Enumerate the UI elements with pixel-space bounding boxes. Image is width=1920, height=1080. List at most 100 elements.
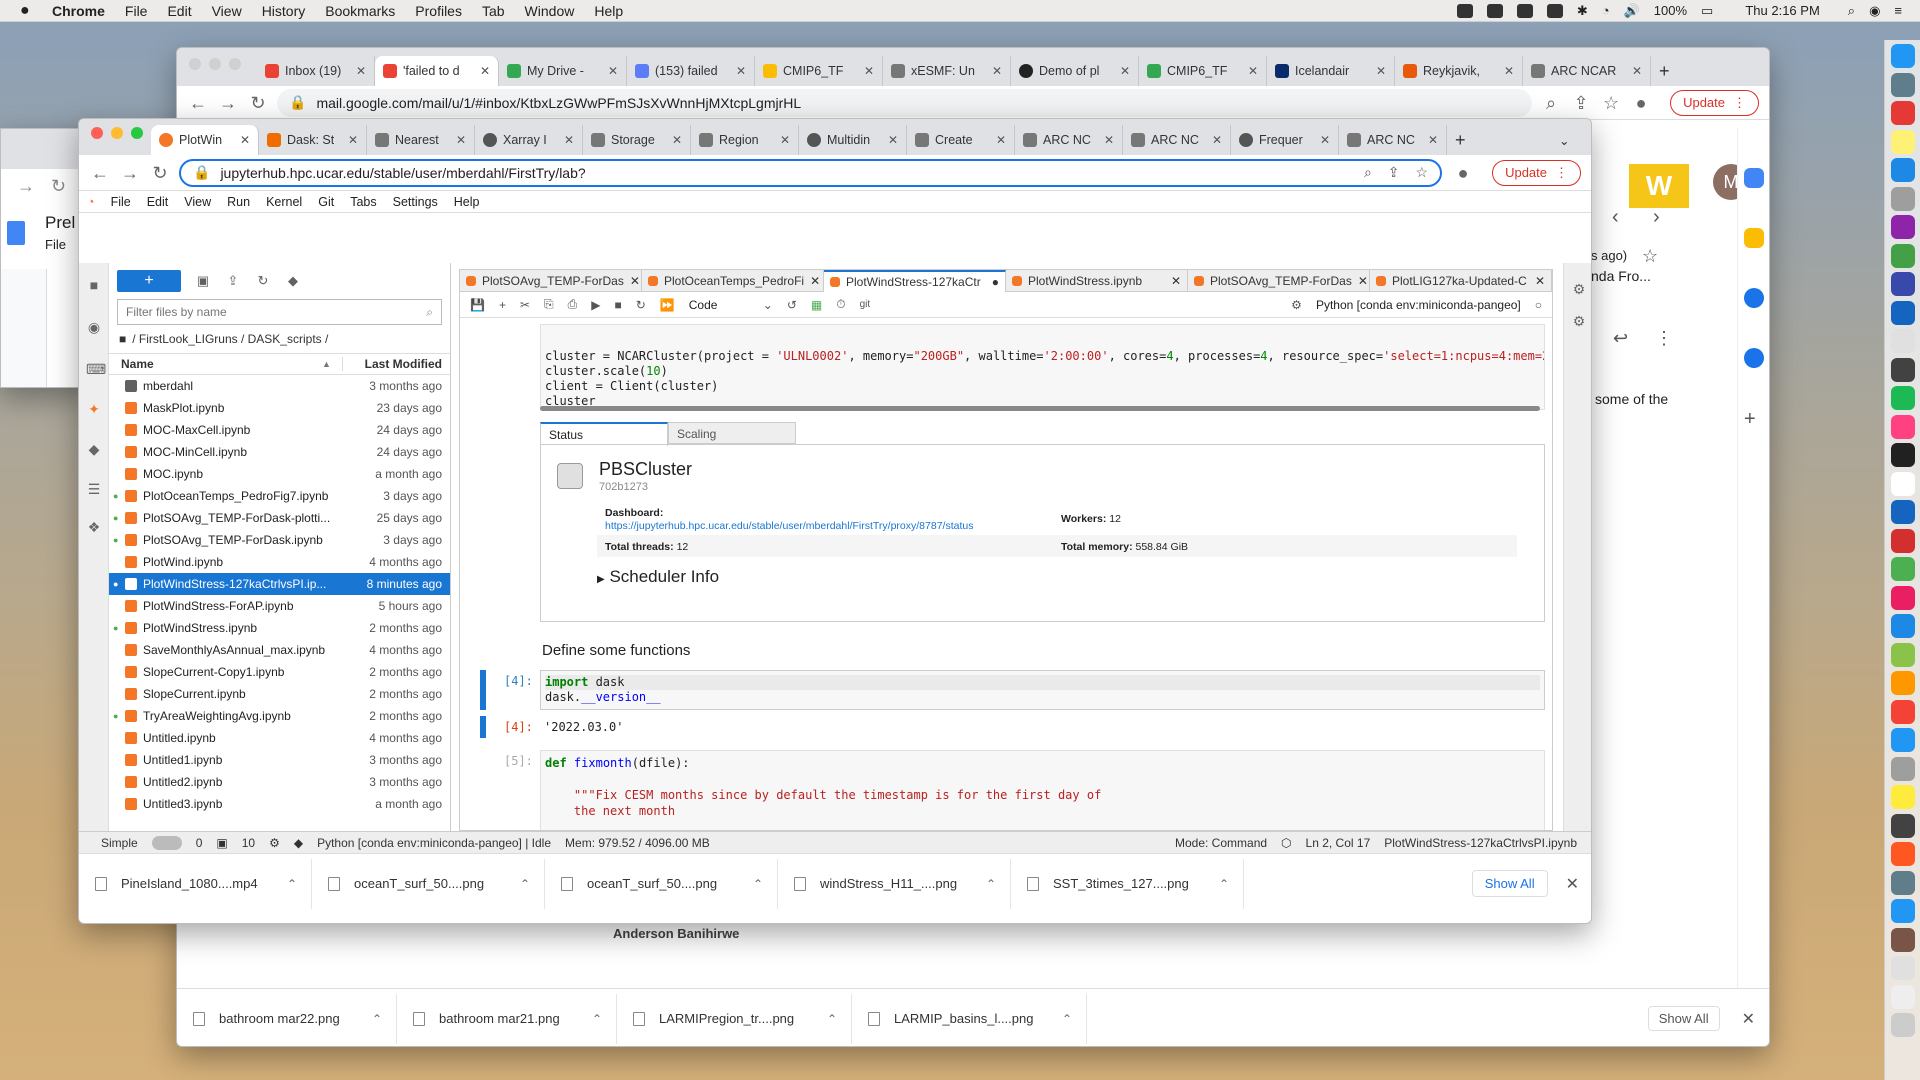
tab-storage[interactable]: Storage ✕ (583, 125, 691, 155)
tab-drive[interactable]: My Drive - ✕ (499, 56, 627, 86)
shield-icon[interactable]: ⬡ (1281, 836, 1291, 850)
download-item[interactable]: SST_3times_127....png ⌃ (1011, 858, 1244, 909)
tab-xarray[interactable]: Xarray I ✕ (475, 125, 583, 155)
unsaved-dot-icon[interactable]: ● (986, 275, 999, 289)
tab-multidim[interactable]: Multidin ✕ (799, 125, 907, 155)
git-icon[interactable]: ◆ (86, 441, 102, 457)
reload-icon[interactable]: ↻ (247, 92, 269, 114)
toc-icon[interactable]: ☰ (86, 481, 102, 497)
tab-dask[interactable]: Dask: St ✕ (259, 125, 367, 155)
markdown-heading[interactable]: Define some functions (542, 642, 690, 659)
file-row[interactable]: mberdahl 3 months ago (109, 375, 450, 397)
nb-tab[interactable]: PlotSOAvg_TEMP-ForDas ✕ (1188, 270, 1370, 292)
dock-app-icon[interactable] (1891, 500, 1915, 524)
clock-icon[interactable]: ⏱ (836, 297, 845, 312)
dock-app-icon[interactable] (1891, 300, 1915, 325)
grid-icon[interactable]: ▦ (811, 298, 822, 312)
spotlight-icon[interactable]: ⌕ (1848, 3, 1855, 19)
more-vert-icon[interactable]: ⋮ (1655, 328, 1673, 349)
file-row[interactable]: ● PlotSOAvg_TEMP-ForDask.ipynb 3 days ago (109, 529, 450, 551)
close-tab-icon[interactable]: ✕ (1498, 64, 1514, 78)
status-app-icon[interactable] (1456, 3, 1473, 18)
download-item[interactable]: bathroom mar22.png ⌃ (177, 993, 397, 1044)
bookmark-star-icon[interactable]: ☆ (1600, 92, 1622, 114)
dock-app-icon[interactable] (1891, 101, 1915, 125)
menu-bookmarks[interactable]: Bookmarks (325, 3, 395, 19)
file-row[interactable]: Untitled2.ipynb 3 months ago (109, 771, 450, 793)
download-item[interactable]: oceanT_surf_50....png ⌃ (312, 858, 545, 909)
menu-edit[interactable]: Edit (167, 3, 191, 19)
file-row[interactable]: SaveMonthlyAsAnnual_max.ipynb 4 months ag… (109, 639, 450, 661)
file-row[interactable]: MOC-MaxCell.ipynb 24 days ago (109, 419, 450, 441)
close-tab-icon[interactable]: ✕ (1626, 64, 1642, 78)
folder-icon[interactable]: ■ (119, 332, 126, 346)
doc-title[interactable]: Prel (45, 213, 75, 233)
close-tab-icon[interactable]: ✕ (1098, 133, 1114, 147)
col-name[interactable]: Name (117, 357, 322, 371)
dock-app-icon[interactable] (1891, 756, 1915, 781)
show-all-downloads-button[interactable]: Show All (1647, 1006, 1720, 1031)
git-label[interactable]: git (860, 299, 871, 310)
maximize-window-button[interactable] (131, 127, 143, 139)
copy-icon[interactable]: ⎘ (544, 297, 554, 312)
bluetooth-icon[interactable]: ✱ (1577, 3, 1588, 19)
docs-menu-file[interactable]: File (45, 237, 75, 252)
tab-region[interactable]: Region ✕ (691, 125, 799, 155)
dock-app-icon[interactable] (1891, 186, 1915, 211)
tab-plotwin[interactable]: PlotWin ✕ (151, 125, 259, 155)
update-button[interactable]: Update ⋮ (1670, 89, 1759, 116)
folder-icon[interactable]: ■ (86, 277, 102, 293)
kernel-count[interactable]: 10 (242, 836, 255, 850)
extensions-icon[interactable]: ❖ (86, 519, 102, 535)
close-tab-icon[interactable]: ✕ (858, 64, 874, 78)
prev-message-icon[interactable]: ‹ (1612, 206, 1619, 229)
close-tab-icon[interactable]: ✕ (1422, 133, 1438, 147)
horizontal-scrollbar[interactable] (540, 406, 1540, 411)
tab-inbox[interactable]: Inbox (19) ✕ (257, 56, 375, 86)
dock-app-icon[interactable] (1891, 927, 1915, 952)
code-cell-cluster[interactable]: cluster = NCARCluster(project = 'ULNL000… (540, 324, 1545, 410)
jmenu-help[interactable]: Help (454, 195, 480, 209)
file-filter-input[interactable] (126, 305, 427, 319)
chevron-up-icon[interactable]: ⌃ (520, 877, 530, 891)
tab-create[interactable]: Create ✕ (907, 125, 1015, 155)
chevron-up-icon[interactable]: ⌃ (372, 1012, 382, 1026)
dashboard-link[interactable]: https://jupyterhub.hpc.ucar.edu/stable/u… (605, 520, 973, 532)
tasks-icon[interactable] (1744, 288, 1764, 308)
dock-app-icon[interactable] (1891, 728, 1915, 752)
jmenu-view[interactable]: View (184, 195, 211, 209)
share-icon[interactable]: ⇪ (1388, 164, 1400, 181)
kernel-name[interactable]: Python [conda env:miniconda-pangeo] (1316, 298, 1521, 312)
download-item[interactable]: LARMIPregion_tr....png ⌃ (617, 993, 852, 1044)
dock-app-icon[interactable] (1891, 842, 1915, 866)
close-tab-icon[interactable]: ✕ (1529, 274, 1545, 288)
wifi-icon[interactable]: ◔ (1602, 3, 1610, 18)
tab-frequency[interactable]: Frequer ✕ (1231, 125, 1339, 155)
reload-icon[interactable]: ↻ (149, 162, 171, 184)
minimize-window-button[interactable] (111, 127, 123, 139)
download-item[interactable]: bathroom mar21.png ⌃ (397, 993, 617, 1044)
menu-tab[interactable]: Tab (482, 3, 505, 19)
tab-arc-ncar[interactable]: ARC NCAR ✕ (1523, 56, 1651, 86)
property-inspector-icon[interactable]: ⚙ (1571, 281, 1587, 297)
dock-app-icon[interactable] (1891, 984, 1915, 1009)
profile-avatar[interactable]: ● (1452, 162, 1474, 184)
dock-app-icon[interactable] (1891, 72, 1915, 97)
file-row[interactable]: MaskPlot.ipynb 23 days ago (109, 397, 450, 419)
scheduler-info-toggle[interactable]: ▶ Scheduler Info (597, 567, 719, 587)
battery-percent[interactable]: 100% (1654, 3, 1687, 18)
dock-app-icon[interactable] (1891, 1013, 1915, 1037)
chevron-down-icon[interactable]: ⌄ (763, 298, 773, 312)
jmenu-edit[interactable]: Edit (147, 195, 169, 209)
new-folder-icon[interactable]: ▣ (195, 273, 211, 289)
file-row[interactable]: ● PlotOceanTemps_PedroFig7.ipynb 3 days ag… (109, 485, 450, 507)
status-app-icon[interactable] (1516, 3, 1533, 18)
file-row[interactable]: Untitled3.ipynb a month ago (109, 793, 450, 815)
close-tab-icon[interactable]: ✕ (1206, 133, 1222, 147)
reply-icon[interactable]: ↩ (1613, 328, 1628, 349)
new-tab-button[interactable]: + (1651, 56, 1691, 86)
update-button[interactable]: Update ⋮ (1492, 159, 1581, 186)
close-tab-icon[interactable]: ✕ (730, 64, 746, 78)
dock-app-icon[interactable] (1891, 585, 1915, 610)
fast-forward-icon[interactable]: ⏩ (660, 298, 675, 312)
